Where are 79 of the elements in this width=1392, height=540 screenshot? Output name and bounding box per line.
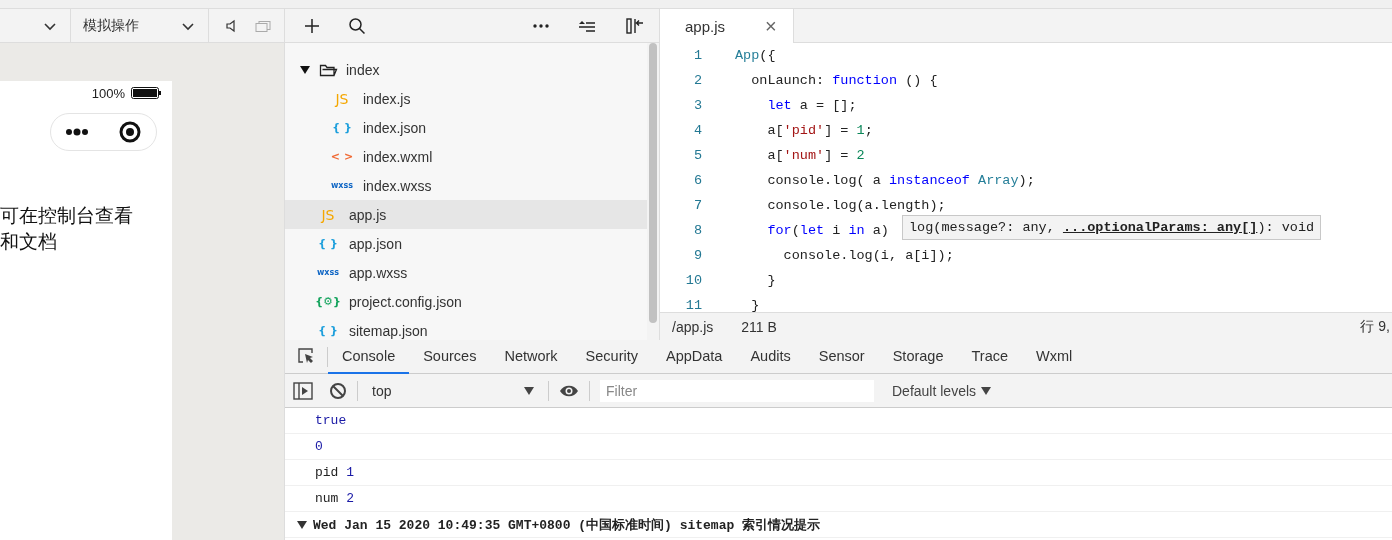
tree-item[interactable]: < > index.wxml bbox=[285, 142, 647, 171]
more-icon bbox=[66, 126, 89, 138]
devtools-tab[interactable]: Security bbox=[571, 339, 652, 374]
console-message: num 2 bbox=[315, 491, 355, 506]
close-button[interactable]: × bbox=[765, 14, 777, 38]
code-line: } bbox=[750, 298, 760, 312]
line-number: 7 bbox=[692, 198, 702, 213]
file-type-icon: { } bbox=[329, 121, 355, 134]
file-type-icon: { } bbox=[315, 324, 341, 337]
file-type-icon: wxss bbox=[315, 268, 341, 277]
file-size: 211 B bbox=[741, 318, 777, 335]
line-number: 3 bbox=[692, 98, 702, 113]
context-select[interactable]: top bbox=[368, 382, 538, 399]
devtools-tab[interactable]: Sensor bbox=[804, 339, 879, 374]
page-text: 和文档 bbox=[0, 230, 57, 254]
tree-item[interactable]: {⚙} project.config.json bbox=[285, 287, 647, 316]
tree-item[interactable]: { } app.json bbox=[285, 229, 647, 258]
code-line: onLaunch: function () { bbox=[750, 73, 938, 88]
eye-icon[interactable] bbox=[559, 383, 579, 398]
file-type-icon: {⚙} bbox=[315, 295, 341, 308]
line-number: 2 bbox=[692, 73, 702, 88]
file-path: /app.js bbox=[671, 318, 714, 335]
code-line: console.log( a instanceof Array); bbox=[766, 173, 1035, 188]
code-line: a['pid'] = 1; bbox=[766, 123, 873, 138]
devtools-tab[interactable]: Wxml bbox=[1022, 339, 1087, 374]
file-type-icon: JS bbox=[329, 90, 355, 107]
line-number: 11 bbox=[684, 298, 702, 312]
tree-item[interactable]: wxss app.wxss bbox=[285, 258, 647, 287]
caret-down-icon[interactable] bbox=[297, 519, 307, 530]
console-message: pid 1 bbox=[315, 465, 355, 480]
devtools-tab[interactable]: Audits bbox=[736, 339, 805, 374]
file-type-icon: wxss bbox=[329, 181, 355, 190]
code-line: console.log(a.length); bbox=[766, 198, 946, 213]
devtools-tab[interactable]: Storage bbox=[878, 339, 958, 374]
battery-icon bbox=[131, 87, 162, 99]
code-line: for(let i in a) bbox=[766, 223, 889, 238]
tree-item[interactable]: { } index.json bbox=[285, 113, 647, 142]
file-type-icon: < > bbox=[329, 150, 355, 163]
devtools-tab[interactable]: Sources bbox=[409, 339, 491, 374]
devtools-tab[interactable]: Trace bbox=[957, 339, 1022, 374]
line-number: 1 bbox=[692, 48, 702, 63]
tree-item[interactable]: JS index.js bbox=[285, 84, 647, 113]
scrollbar[interactable] bbox=[647, 43, 659, 340]
caret-down-icon bbox=[299, 63, 311, 76]
line-number: 6 bbox=[692, 173, 702, 188]
tree-item[interactable]: { } sitemap.json bbox=[285, 316, 647, 340]
page-text: 可在控制台查看 bbox=[0, 204, 133, 228]
code-line: a['num'] = 2 bbox=[766, 148, 865, 163]
battery-percent: 100% bbox=[91, 85, 125, 101]
caret-down-icon bbox=[524, 385, 534, 396]
code-line: let a = []; bbox=[766, 98, 857, 113]
levels-dropdown[interactable]: Default levels bbox=[886, 381, 998, 400]
tree-item[interactable]: index bbox=[285, 55, 647, 84]
tree-item[interactable]: JS app.js bbox=[285, 200, 647, 229]
code-line: console.log(i, a[i]); bbox=[782, 248, 954, 263]
record-icon bbox=[118, 121, 141, 143]
console-message[interactable]: Wed Jan 15 2020 10:49:35 GMT+0800 (中国标准时间) sitemap 索引情况提示 bbox=[313, 515, 821, 534]
code-line: App({ bbox=[735, 48, 776, 63]
tree-item[interactable]: wxss index.wxss bbox=[285, 171, 647, 200]
console-message: true bbox=[315, 413, 347, 428]
cursor-position: 行 9, bbox=[1360, 317, 1391, 336]
sidebar-toggle-icon[interactable] bbox=[293, 381, 313, 400]
file-tab[interactable]: app.js × bbox=[660, 9, 794, 43]
caret-down-icon bbox=[981, 386, 992, 395]
code-line: } bbox=[766, 273, 776, 288]
line-number: 4 bbox=[692, 123, 702, 138]
signature-tooltip: log(message?: any, ...optionalParams: any[]): void bbox=[902, 215, 1322, 240]
filter-field[interactable]: Filter bbox=[600, 379, 874, 402]
console-message: 0 bbox=[315, 439, 323, 454]
line-number: 9 bbox=[692, 248, 702, 263]
devtools-tab[interactable]: Network bbox=[490, 339, 572, 374]
clear-icon[interactable] bbox=[329, 381, 347, 400]
devtools-tab[interactable]: AppData bbox=[652, 339, 737, 374]
inspect-icon bbox=[297, 346, 315, 365]
file-type-icon: { } bbox=[315, 237, 341, 250]
line-number: 5 bbox=[692, 148, 702, 163]
file-type-icon: JS bbox=[315, 206, 341, 223]
line-number: 10 bbox=[684, 273, 702, 288]
line-number: 8 bbox=[692, 223, 702, 238]
